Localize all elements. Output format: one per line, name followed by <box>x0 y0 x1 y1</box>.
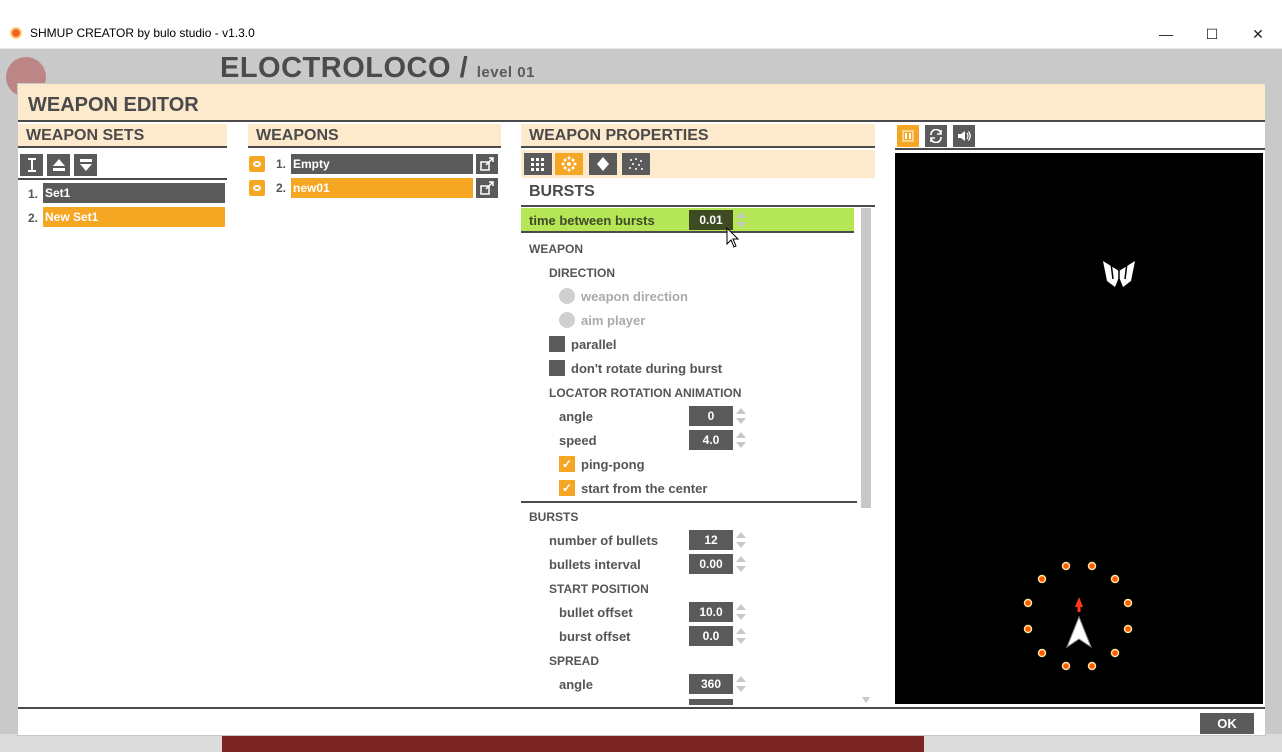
spread-angle-label: angle <box>559 677 593 692</box>
set-number: 1. <box>28 187 39 201</box>
bursts-section-label: BURSTS <box>529 510 579 524</box>
weapon-direction-label: weapon direction <box>581 289 688 304</box>
bottom-bar <box>0 734 1282 752</box>
close-button[interactable]: ✕ <box>1235 21 1281 47</box>
no-rotate-label: don't rotate during burst <box>571 361 723 376</box>
bullets-interval-spinner[interactable] <box>736 554 746 574</box>
rename-icon[interactable] <box>20 154 43 176</box>
weapon-direction-radio[interactable] <box>559 288 575 304</box>
ping-pong-checkbox[interactable]: ✓ <box>559 456 575 472</box>
scroll-down-arrow-icon[interactable] <box>861 696 871 704</box>
properties-scrollbar[interactable] <box>861 208 871 508</box>
number-of-bullets-input[interactable]: 12 <box>689 530 733 550</box>
export-icon[interactable] <box>476 178 498 198</box>
weapon-set-item-selected[interactable]: New Set1 <box>43 207 225 227</box>
diamond-icon[interactable] <box>589 153 617 175</box>
bullet-ring <box>1023 561 1133 671</box>
burst-offset-spinner[interactable] <box>736 626 746 646</box>
window-title: SHMUP CREATOR by bulo studio - v1.3.0 <box>30 26 255 40</box>
bullet-offset-label: bullet offset <box>559 605 633 620</box>
locator-rotation-label: LOCATOR ROTATION ANIMATION <box>549 386 742 400</box>
preview-scene <box>1023 261 1135 671</box>
clipped-row <box>689 699 733 705</box>
aim-player-radio[interactable] <box>559 312 575 328</box>
angle-input[interactable]: 0 <box>689 406 733 426</box>
preview-toolbar <box>895 124 1265 150</box>
level-name: level 01 <box>476 64 535 81</box>
parallel-label: parallel <box>571 337 617 352</box>
speed-spinner[interactable] <box>736 430 746 450</box>
refresh-icon[interactable] <box>925 125 947 147</box>
angle-spinner[interactable] <box>736 406 746 426</box>
weapon-sets-header: WEAPON SETS <box>18 124 227 148</box>
app-icon <box>10 27 22 39</box>
time-between-bursts-label: time between bursts <box>529 213 655 228</box>
no-rotate-checkbox[interactable] <box>549 360 565 376</box>
weapon-number: 2. <box>276 181 287 195</box>
burst-offset-label: burst offset <box>559 629 631 644</box>
scroll-up-arrow-icon[interactable] <box>861 208 871 216</box>
scatter-icon[interactable] <box>622 153 650 175</box>
direction-section-label: DIRECTION <box>549 266 615 280</box>
weapon-set-item[interactable]: Set1 <box>43 183 225 203</box>
player-ship-icon <box>1065 597 1093 649</box>
weapon-item[interactable]: Empty <box>291 154 473 174</box>
visibility-eye-icon[interactable] <box>249 180 265 196</box>
mouse-cursor-icon <box>726 227 740 248</box>
section-title: BURSTS <box>529 183 595 200</box>
start-position-label: START POSITION <box>549 582 649 596</box>
ok-button[interactable]: OK <box>1200 713 1254 734</box>
dialog-header: WEAPON EDITOR <box>18 84 1265 122</box>
number-of-bullets-label: number of bullets <box>549 533 659 548</box>
project-name: ELOCTROLOCO / <box>220 52 469 84</box>
speed-label: speed <box>559 433 597 448</box>
bullet-offset-spinner[interactable] <box>736 602 746 622</box>
weapon-editor-dialog: WEAPON EDITOR WEAPON SETS 1. Set1 2. New… <box>17 83 1266 736</box>
weapons-header: WEAPONS <box>248 124 501 148</box>
spread-label: SPREAD <box>549 654 600 668</box>
spread-angle-spinner[interactable] <box>736 674 746 694</box>
angle-label: angle <box>559 409 593 424</box>
move-down-icon[interactable] <box>74 154 97 176</box>
sound-icon[interactable] <box>953 125 975 147</box>
minimize-button[interactable]: — <box>1143 21 1189 47</box>
burst-offset-input[interactable]: 0.0 <box>689 626 733 646</box>
bullets-interval-label: bullets interval <box>549 557 641 572</box>
aim-player-label: aim player <box>581 313 646 328</box>
set-number: 2. <box>28 211 39 225</box>
weapon-item-selected[interactable]: new01 <box>291 178 473 198</box>
start-center-label: start from the center <box>581 481 708 496</box>
weapon-properties-header: WEAPON PROPERTIES <box>521 124 875 148</box>
bullets-interval-input[interactable]: 0.00 <box>689 554 733 574</box>
weapon-number: 1. <box>276 157 287 171</box>
weapon-section-label: WEAPON <box>529 242 583 256</box>
speed-input[interactable]: 4.0 <box>689 430 733 450</box>
maximize-button[interactable]: ☐ <box>1189 21 1235 47</box>
move-up-icon[interactable] <box>47 154 70 176</box>
dialog-title: WEAPON EDITOR <box>28 94 199 116</box>
grid-icon[interactable] <box>524 153 552 175</box>
number-of-bullets-spinner[interactable] <box>736 530 746 550</box>
pause-icon[interactable] <box>897 125 919 147</box>
burst-icon[interactable] <box>555 153 583 175</box>
dialog-footer: OK <box>18 707 1265 735</box>
start-center-checkbox[interactable]: ✓ <box>559 480 575 496</box>
window-titlebar: SHMUP CREATOR by bulo studio - v1.3.0 — … <box>0 18 1282 49</box>
bullet-offset-input[interactable]: 10.0 <box>689 602 733 622</box>
enemy-ship-icon <box>1103 261 1135 287</box>
spread-angle-input[interactable]: 360 <box>689 674 733 694</box>
visibility-eye-icon[interactable] <box>249 156 265 172</box>
project-title: ELOCTROLOCO / level 01 <box>220 52 535 85</box>
preview-canvas[interactable] <box>895 153 1263 704</box>
export-icon[interactable] <box>476 154 498 174</box>
parallel-checkbox[interactable] <box>549 336 565 352</box>
ping-pong-label: ping-pong <box>581 457 645 472</box>
